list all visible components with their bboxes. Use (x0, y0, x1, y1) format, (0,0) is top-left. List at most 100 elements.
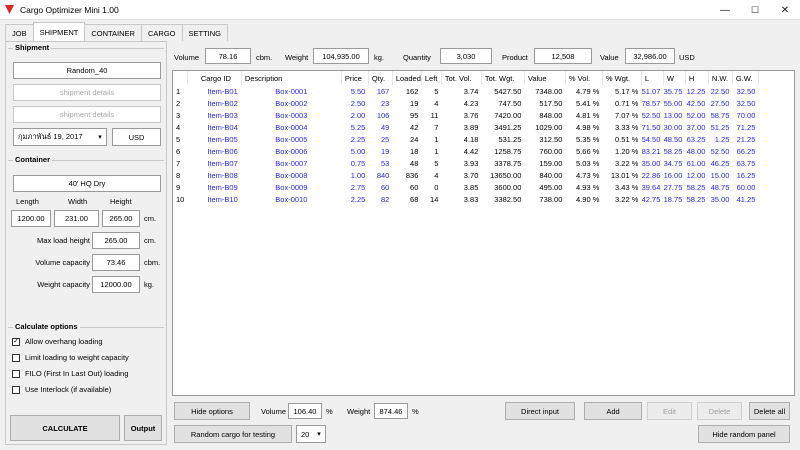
table-row[interactable]: 3 Item-B03 Box-0003 2.00 106 95 11 3.76 7420.00 8… (173, 109, 758, 121)
table-cell: 23 (381, 98, 390, 108)
summary-product-field: 12,508 (534, 48, 592, 64)
column-header[interactable]: N.W. (708, 71, 733, 85)
table-cell: 58.25 (686, 182, 706, 192)
table-cell: 2.50 (350, 98, 366, 108)
height-field[interactable]: 265.00 (102, 210, 140, 227)
table-cell: 848.00 (539, 110, 563, 120)
table-cell: 3.76 (463, 110, 479, 120)
table-row[interactable]: 9 Item-B09 Box-0009 2.75 60 60 0 3.85 3600.00 495… (173, 181, 758, 193)
shipment-name-field[interactable]: Random_40 (13, 62, 161, 79)
add-button[interactable]: Add (584, 402, 642, 420)
tab-cargo[interactable]: CARGO (140, 24, 183, 41)
maximize-button[interactable]: ☐ (740, 0, 770, 20)
random-cargo-button[interactable]: Random cargo for testing (174, 425, 292, 443)
column-header[interactable]: Tot. Vol. (441, 71, 482, 85)
table-cell: Box-0002 (275, 98, 308, 108)
table-cell: 2.25 (350, 134, 366, 144)
random-count-select[interactable]: 20 ▾ (296, 425, 326, 443)
shipment-date-picker[interactable]: กุมภาพันธ์ 19, 2017 ▾ (13, 128, 107, 146)
table-cell: 25 (381, 134, 390, 144)
table-row[interactable]: 8 Item-B08 Box-0008 1.00 840 836 4 3.70 13650.00… (173, 169, 758, 181)
height-label: Height (110, 197, 132, 206)
column-header[interactable]: % Vol. (565, 71, 603, 85)
shipment-details-field-2[interactable]: shipment details (13, 106, 161, 123)
tab-job[interactable]: JOB (5, 24, 34, 41)
table-row[interactable]: 5 Item-B05 Box-0005 2.25 25 24 1 4.18 531.25 312.… (173, 133, 758, 145)
volume-capacity-field[interactable]: 73.46 (92, 254, 140, 271)
column-header[interactable] (173, 71, 188, 85)
table-cell: 2 (176, 98, 181, 108)
container-type-field[interactable]: 40' HQ Dry (13, 175, 161, 192)
hide-options-button[interactable]: Hide options (174, 402, 250, 420)
option-limit-weight[interactable]: Limit loading to weight capacity (12, 353, 129, 362)
checkbox-checked-icon[interactable]: ✓ (12, 337, 20, 346)
column-header[interactable]: Cargo ID (187, 71, 242, 85)
minimize-button[interactable]: — (710, 0, 740, 20)
column-header[interactable]: Description (241, 71, 342, 85)
summary-volume-unit: cbm. (256, 53, 273, 62)
checkbox-icon[interactable] (12, 385, 20, 394)
column-header[interactable]: Loaded (392, 71, 422, 85)
table-cell: Item-B02 (207, 98, 238, 108)
column-header[interactable]: Value (524, 71, 566, 85)
checkbox-icon[interactable] (12, 369, 20, 378)
column-header[interactable]: Qty. (368, 71, 393, 85)
hide-random-panel-button[interactable]: Hide random panel (698, 425, 790, 443)
table-row[interactable]: 4 Item-B04 Box-0004 5.25 49 42 7 3.89 3491.25 102… (173, 121, 758, 133)
table-cell: 21.25 (736, 134, 756, 144)
table-cell: 14 (430, 194, 439, 204)
table-cell: 4 (176, 122, 181, 132)
option-allow-overhang[interactable]: ✓ Allow overhang loading (12, 337, 103, 346)
table-cell: 1029.00 (535, 122, 563, 132)
table-cell: 58.75 (710, 110, 730, 120)
column-header[interactable]: H (685, 71, 709, 85)
currency-field[interactable]: USD (112, 128, 161, 146)
table-header-row: Cargo ID Description Price Qty. Loaded L… (173, 71, 759, 85)
table-cell: 30.00 (663, 122, 683, 132)
table-cell: 55.00 (663, 98, 683, 108)
shipment-details-field-1[interactable]: shipment details (13, 84, 161, 101)
output-button[interactable]: Output (124, 415, 162, 441)
table-cell: 27.50 (710, 98, 730, 108)
close-button[interactable]: ✕ (770, 0, 800, 20)
cargo-grid[interactable]: Cargo ID Description Price Qty. Loaded L… (173, 71, 759, 205)
column-header[interactable]: L (641, 71, 664, 85)
table-row[interactable]: 7 Item-B07 Box-0007 0.75 53 48 5 3.93 3378.75 159… (173, 157, 758, 169)
table-cell: 27.75 (663, 182, 683, 192)
weight-capacity-field[interactable]: 12000.00 (92, 276, 140, 293)
checkbox-icon[interactable] (12, 353, 20, 362)
column-header[interactable]: G.W. (732, 71, 759, 85)
column-header[interactable]: % Wgt. (602, 71, 642, 85)
table-cell: 3378.75 (494, 158, 522, 168)
direct-input-button[interactable]: Direct input (505, 402, 575, 420)
cargo-table-body[interactable]: 1 Item-B01 Box-0001 5.50 167 162 5 3.74 5427.50 7… (173, 85, 758, 205)
option-interlock[interactable]: Use Interlock (if available) (12, 385, 111, 394)
column-header[interactable]: Left (421, 71, 442, 85)
table-row[interactable]: 1 Item-B01 Box-0001 5.50 167 162 5 3.74 5427.50 7… (173, 85, 758, 97)
random-count-value: 20 (301, 429, 310, 439)
tab-container[interactable]: CONTAINER (84, 24, 142, 41)
table-row[interactable]: 10 Item-B10 Box-0010 2.25 82 68 14 3.83 3382.50 7… (173, 193, 758, 205)
delete-button[interactable]: Delete (697, 402, 742, 420)
length-field[interactable]: 1200.00 (11, 210, 51, 227)
column-header[interactable]: Tot. Wgt. (481, 71, 525, 85)
table-cell: 83.21 (641, 146, 661, 156)
table-row[interactable]: 6 Item-B06 Box-0006 5.00 19 18 1 4.42 1258.75 760… (173, 145, 758, 157)
cargo-table[interactable]: Cargo ID Description Price Qty. Loaded L… (172, 70, 795, 396)
edit-button[interactable]: Edit (647, 402, 692, 420)
column-header[interactable]: W (663, 71, 686, 85)
tab-shipment[interactable]: SHIPMENT (32, 22, 86, 41)
calculate-button[interactable]: CALCULATE (10, 415, 120, 441)
chevron-down-icon: ▾ (317, 431, 321, 438)
option-filo[interactable]: FILO (First In Last Out) loading (12, 369, 128, 378)
table-cell: 41.25 (736, 194, 756, 204)
table-cell: Item-B05 (207, 134, 238, 144)
delete-all-button[interactable]: Delete all (749, 402, 790, 420)
table-cell: 39.64 (641, 182, 661, 192)
table-cell: 48.00 (686, 146, 706, 156)
table-row[interactable]: 2 Item-B02 Box-0002 2.50 23 19 4 4.23 747.50 517.… (173, 97, 758, 109)
max-load-field[interactable]: 265.00 (92, 232, 140, 249)
tab-setting[interactable]: SETTING (181, 24, 229, 41)
width-field[interactable]: 231.00 (54, 210, 99, 227)
column-header[interactable]: Price (341, 71, 369, 85)
